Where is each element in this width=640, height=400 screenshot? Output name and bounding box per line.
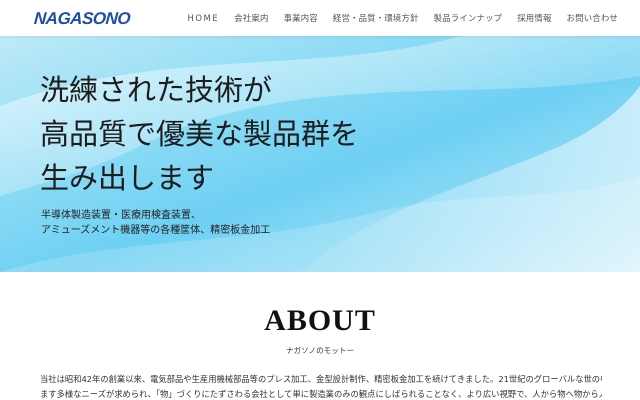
nav-home[interactable]: HOME — [187, 13, 219, 23]
hero-banner: 洗練された技術が 高品質で優美な製品群を 生み出します 半導体製造装置・医療用検… — [0, 36, 640, 272]
hero-headline: 洗練された技術が 高品質で優美な製品群を 生み出します — [40, 68, 359, 200]
headline-line-1: 洗練された技術が — [40, 73, 273, 107]
nav-company[interactable]: 会社案内 — [234, 12, 268, 24]
about-body: 当社は昭和42年の創業以来、電気部品や生産用機械部品等のプレス加工、金型設計制作… — [40, 372, 602, 400]
nav-products[interactable]: 製品ラインナップ — [434, 12, 503, 24]
nagasono-logo[interactable]: NAGASONO — [33, 9, 130, 29]
main-nav: HOME 会社案内 事業内容 経営・品質・環境方針 製品ラインナップ 採用情報 … — [172, 0, 618, 36]
nav-business[interactable]: 事業内容 — [284, 12, 318, 24]
about-body-line-1: 当社は昭和42年の創業以来、電気部品や生産用機械部品等のプレス加工、金型設計制作… — [40, 374, 602, 384]
site-header: NAGASONO HOME 会社案内 事業内容 経営・品質・環境方針 製品ライン… — [0, 0, 640, 36]
about-body-line-2: ます多様なニーズが求められ、「物」づくりにたずさわる会社として単に製造業のみの観… — [40, 389, 602, 399]
subline-line-1: 半導体製造装置・医療用検査装置、 — [41, 210, 201, 221]
nav-contact[interactable]: お問い合わせ — [567, 12, 618, 24]
about-subtitle: ナガソノのモットー — [285, 346, 355, 355]
headline-line-3: 生み出します — [40, 161, 215, 195]
hero-subline: 半導体製造装置・医療用検査装置、 アミューズメント機器等の各種筐体、精密板金加工 — [41, 208, 270, 238]
nav-recruit[interactable]: 採用情報 — [517, 12, 551, 24]
subline-line-2: アミューズメント機器等の各種筐体、精密板金加工 — [41, 225, 271, 236]
headline-line-2: 高品質で優美な製品群を — [40, 117, 360, 151]
about-title: ABOUT — [264, 304, 376, 337]
nav-policy[interactable]: 経営・品質・環境方針 — [333, 12, 419, 24]
